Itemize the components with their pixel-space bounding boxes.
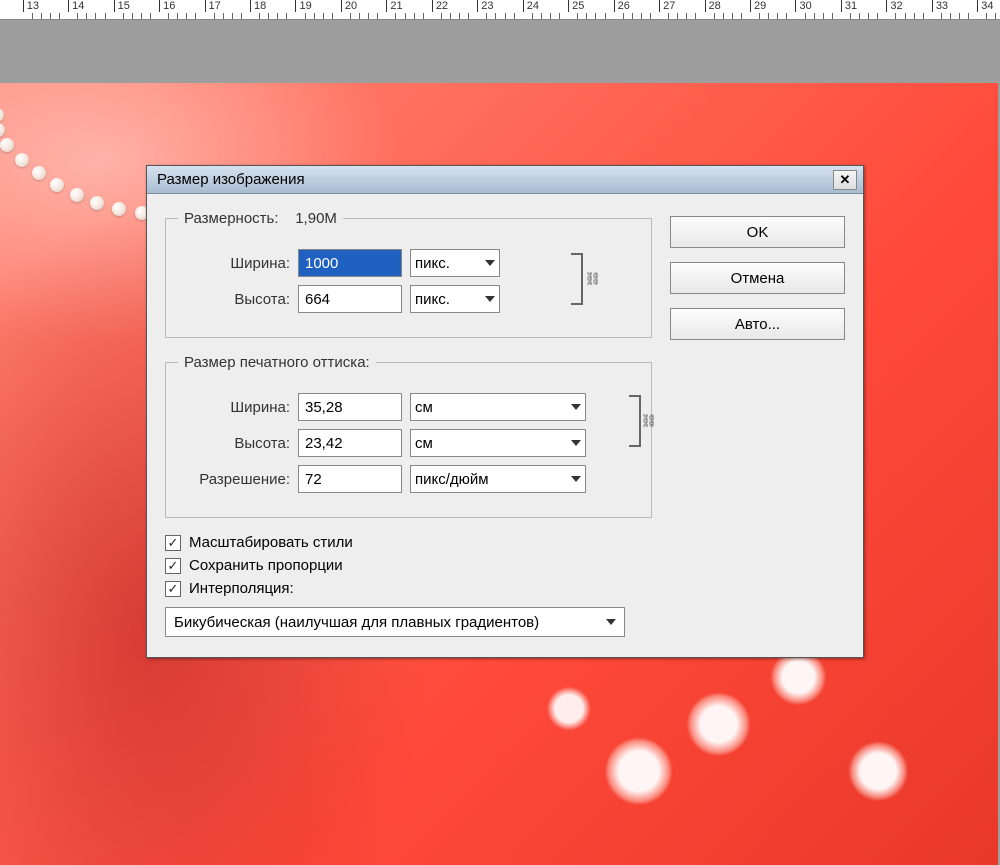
px-width-label: Ширина: bbox=[178, 255, 290, 272]
px-width-unit-select[interactable]: пикс. bbox=[410, 249, 500, 277]
doc-size-legend: Размер печатного оттиска: bbox=[178, 354, 376, 371]
chevron-down-icon bbox=[485, 296, 495, 302]
chevron-down-icon bbox=[571, 404, 581, 410]
resolution-unit: пикс/дюйм bbox=[415, 471, 489, 488]
link-bracket bbox=[571, 253, 583, 305]
pixel-dim-size: 1,90M bbox=[295, 210, 337, 227]
px-width-unit: пикс. bbox=[415, 255, 450, 272]
doc-height-label: Высота: bbox=[178, 435, 290, 452]
pixel-dimensions-group: Размерность: 1,90M Ширина: пикс. Высота: bbox=[165, 210, 652, 338]
constrain-checkbox[interactable] bbox=[165, 558, 181, 574]
close-icon: ✕ bbox=[840, 172, 851, 188]
cancel-button[interactable]: Отмена bbox=[670, 262, 845, 294]
scale-styles-label: Масштабировать стили bbox=[189, 534, 353, 551]
close-button[interactable]: ✕ bbox=[833, 170, 857, 190]
doc-height-input[interactable] bbox=[298, 429, 402, 457]
document-size-group: Размер печатного оттиска: Ширина: см Выс… bbox=[165, 354, 652, 518]
resample-label: Интерполяция: bbox=[189, 580, 294, 597]
constrain-label: Сохранить пропорции bbox=[189, 557, 343, 574]
chevron-down-icon bbox=[485, 260, 495, 266]
ruler: 1314151617181920212223242526272829303132… bbox=[0, 0, 1000, 20]
doc-height-unit-select[interactable]: см bbox=[410, 429, 586, 457]
auto-button[interactable]: Авто... bbox=[670, 308, 845, 340]
chevron-down-icon bbox=[606, 619, 616, 625]
px-height-unit: пикс. bbox=[415, 291, 450, 308]
resample-checkbox[interactable] bbox=[165, 581, 181, 597]
interpolation-value: Бикубическая (наилучшая для плавных град… bbox=[174, 614, 539, 631]
px-width-input[interactable] bbox=[298, 249, 402, 277]
chevron-down-icon bbox=[571, 476, 581, 482]
pixel-dim-legend: Размерность: bbox=[184, 210, 279, 227]
doc-width-label: Ширина: bbox=[178, 399, 290, 416]
link-bracket bbox=[629, 395, 641, 447]
resolution-label: Разрешение: bbox=[178, 471, 290, 488]
ok-button[interactable]: OK bbox=[670, 216, 845, 248]
doc-width-unit-select[interactable]: см bbox=[410, 393, 586, 421]
resolution-input[interactable] bbox=[298, 465, 402, 493]
dialog-title: Размер изображения bbox=[157, 171, 833, 188]
px-height-label: Высота: bbox=[178, 291, 290, 308]
chevron-down-icon bbox=[571, 440, 581, 446]
link-icon[interactable]: ⛓ bbox=[584, 271, 601, 287]
px-height-input[interactable] bbox=[298, 285, 402, 313]
doc-width-unit: см bbox=[415, 399, 433, 416]
doc-height-unit: см bbox=[415, 435, 433, 452]
px-height-unit-select[interactable]: пикс. bbox=[410, 285, 500, 313]
resolution-unit-select[interactable]: пикс/дюйм bbox=[410, 465, 586, 493]
doc-width-input[interactable] bbox=[298, 393, 402, 421]
interpolation-select[interactable]: Бикубическая (наилучшая для плавных град… bbox=[165, 607, 625, 637]
image-size-dialog: Размер изображения ✕ Размерность: 1,90M … bbox=[146, 165, 864, 658]
scale-styles-checkbox[interactable] bbox=[165, 535, 181, 551]
link-icon[interactable]: ⛓ bbox=[640, 413, 657, 429]
dialog-titlebar[interactable]: Размер изображения ✕ bbox=[147, 166, 863, 194]
